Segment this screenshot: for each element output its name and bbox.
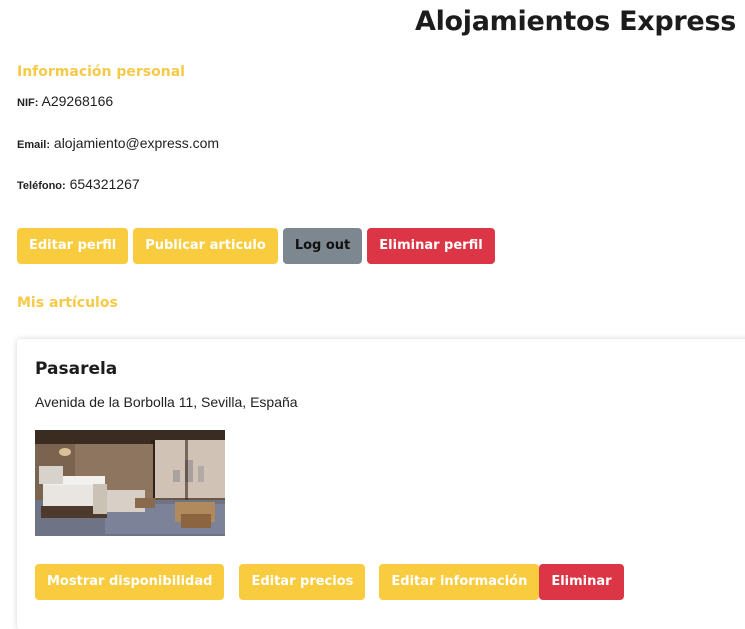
article-actions: Mostrar disponibilidad Editar precios Ed… [35, 564, 624, 600]
article-card: Pasarela Avenida de la Borbolla 11, Sevi… [17, 339, 745, 629]
email-row: Email: alojamiento@express.com [17, 135, 219, 151]
email-value: alojamiento@express.com [53, 135, 220, 151]
article-address: Avenida de la Borbolla 11, Sevilla, Espa… [35, 394, 298, 410]
publish-article-button[interactable]: Publicar articulo [133, 228, 278, 264]
email-label: Email: [17, 139, 51, 151]
phone-label: Teléfono: [17, 180, 66, 192]
nif-row: NIF: A29268166 [17, 93, 113, 109]
nif-label: NIF: [17, 97, 39, 109]
edit-info-button[interactable]: Editar información [379, 564, 540, 600]
phone-value: 654321267 [69, 176, 140, 192]
article-image [35, 430, 225, 536]
profile-actions: Editar perfil Publicar articulo Log out … [17, 228, 495, 264]
my-articles-heading: Mis artículos [17, 295, 118, 311]
show-availability-button[interactable]: Mostrar disponibilidad [35, 564, 225, 600]
nif-value: A29268166 [41, 93, 114, 109]
logout-button[interactable]: Log out [282, 228, 363, 264]
delete-profile-button[interactable]: Eliminar perfil [367, 228, 495, 264]
company-name: Alojamientos Express [415, 6, 736, 37]
delete-article-button[interactable]: Eliminar [539, 564, 624, 600]
phone-row: Teléfono: 654321267 [17, 176, 140, 192]
edit-profile-button[interactable]: Editar perfil [17, 228, 129, 264]
article-title: Pasarela [35, 359, 118, 379]
edit-prices-button[interactable]: Editar precios [239, 564, 366, 600]
personal-info-heading: Información personal [17, 64, 185, 80]
